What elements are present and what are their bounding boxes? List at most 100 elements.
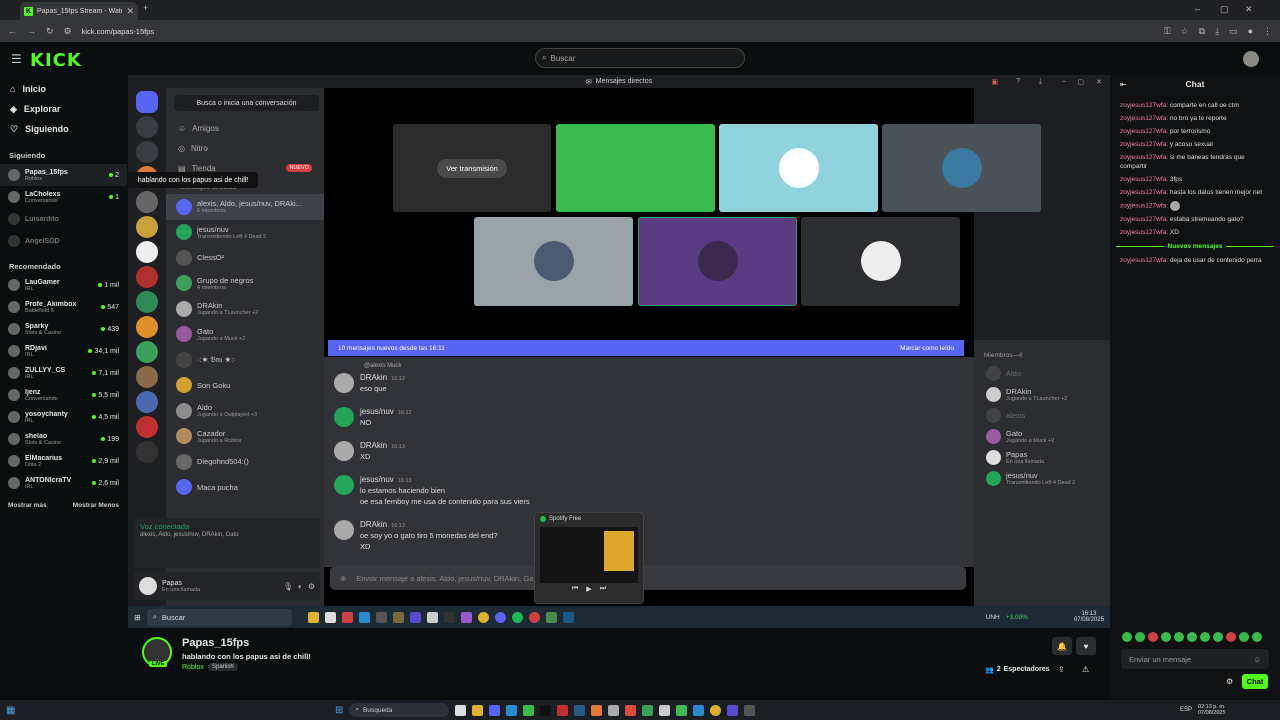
new-tab-icon[interactable]: +: [143, 3, 148, 13]
follow-button[interactable]: ♥: [1076, 637, 1096, 655]
extensions-icon[interactable]: ⧉: [1199, 26, 1205, 37]
app-icon[interactable]: [693, 704, 705, 716]
app-icon[interactable]: [608, 704, 620, 716]
app-icon[interactable]: [540, 704, 552, 716]
emoji-icon[interactable]: ☺: [1253, 655, 1261, 664]
kick-logo[interactable]: KICK: [30, 50, 82, 71]
discord-icon[interactable]: [489, 704, 501, 716]
key-icon[interactable]: ⚿: [1164, 26, 1171, 37]
chat-username[interactable]: zoyjesus127wfa:: [1120, 229, 1168, 236]
user-avatar[interactable]: [1243, 51, 1259, 67]
app-icon[interactable]: [591, 704, 603, 716]
split-icon[interactable]: ▭: [1229, 26, 1238, 37]
app-icon[interactable]: [523, 704, 535, 716]
chat-settings-icon[interactable]: ⚙: [1226, 677, 1233, 686]
app-icon[interactable]: [455, 704, 467, 716]
recommended-channel[interactable]: ElMacarius Dota 2 2,9 mil: [0, 450, 127, 472]
report-icon[interactable]: ⚠: [1082, 665, 1089, 674]
chat-text: XD: [1169, 229, 1179, 236]
chat-username[interactable]: zoyjesus127wfa:: [1120, 216, 1168, 223]
recommended-channel[interactable]: Profe_Akimbox Battlefield 6 547: [0, 296, 127, 318]
chat-username[interactable]: zoyjesus127wfa:: [1120, 128, 1168, 135]
language-tag[interactable]: Spanish: [208, 663, 238, 671]
site-info-icon[interactable]: ⚙: [64, 26, 72, 37]
recommended-channel[interactable]: RDjavi IRL 34,1 mil: [0, 340, 127, 362]
emote-icon[interactable]: [1239, 632, 1249, 642]
chat-username[interactable]: zoyjesus127wfa:: [1120, 257, 1168, 264]
app-icon[interactable]: [625, 704, 637, 716]
recommended-channel[interactable]: shelao Slots & Casino 199: [0, 428, 127, 450]
following-channel[interactable]: Luisardito: [0, 208, 127, 230]
app-icon[interactable]: [727, 704, 739, 716]
profile-icon[interactable]: ●: [1248, 26, 1253, 36]
emote-icon[interactable]: [1187, 632, 1197, 642]
following-channel[interactable]: LaCholexs Conversando 1: [0, 186, 127, 208]
tab-close-icon[interactable]: ✕: [126, 6, 134, 17]
recommended-channel[interactable]: ANTONIcraTV IRL 2,6 mil: [0, 472, 127, 494]
recommended-channel[interactable]: ZULLYY_CS IRL 7,1 mil: [0, 362, 127, 384]
folder-icon[interactable]: [472, 704, 484, 716]
keyboard-language[interactable]: ESP: [1180, 707, 1192, 713]
notification-bell-button[interactable]: 🔔: [1052, 637, 1072, 655]
app-icon[interactable]: [506, 704, 518, 716]
emote-icon[interactable]: [1148, 632, 1158, 642]
close-window-icon[interactable]: ✕: [1245, 4, 1253, 15]
nav-explorar[interactable]: ◈ Explorar: [0, 99, 127, 119]
stream-category[interactable]: Roblox: [182, 664, 204, 671]
chat-username[interactable]: zoyjesus127wfa:: [1120, 189, 1168, 196]
app-icon[interactable]: [574, 704, 586, 716]
channel-name[interactable]: Papas_15fps: [182, 637, 249, 649]
emote-icon[interactable]: [1174, 632, 1184, 642]
forward-icon[interactable]: →: [27, 26, 36, 36]
chat-username[interactable]: zoyjesus127wfa:: [1120, 102, 1168, 109]
os-search[interactable]: ⌕ Busqueda: [349, 703, 450, 717]
show-less-link[interactable]: Mostrar Menos: [73, 502, 119, 509]
browser-tab[interactable]: K Papas_15fps Stream - Watch Li ✕: [20, 2, 138, 20]
send-chat-button[interactable]: Chat: [1242, 674, 1268, 689]
hamburger-menu-icon[interactable]: ☰: [11, 52, 22, 66]
recommended-channel[interactable]: yosoychanty IRL 4,5 mil: [0, 406, 127, 428]
app-icon[interactable]: [557, 704, 569, 716]
nav-siguiendo[interactable]: ♡ Siguiendo: [0, 119, 127, 139]
collapse-chat-icon[interactable]: ⇤: [1120, 80, 1127, 89]
url-field[interactable]: kick.com/papas-15fps: [82, 27, 155, 36]
avatar: [176, 428, 192, 445]
recommended-channel[interactable]: ljenz Conversando 5,5 mil: [0, 384, 127, 406]
recommended-channel[interactable]: LauGamer IRL 1 mil: [0, 274, 127, 296]
chat-username[interactable]: zoyjesus127wfa:: [1120, 115, 1168, 122]
chat-username[interactable]: zoyjesus127wfa:: [1120, 203, 1168, 210]
windows-widget-icon[interactable]: ▦: [6, 705, 15, 716]
app-icon[interactable]: [676, 704, 688, 716]
emote-icon[interactable]: [1122, 632, 1132, 642]
back-icon[interactable]: ←: [8, 26, 17, 36]
reload-icon[interactable]: ↻: [46, 26, 54, 37]
search-input[interactable]: ⌕ Buscar: [535, 48, 745, 68]
following-channel[interactable]: Papas_15fps Roblox 2: [0, 164, 127, 186]
nav-inicio[interactable]: ⌂ Inicio: [0, 79, 127, 99]
emote-icon[interactable]: [1135, 632, 1145, 642]
emote-icon[interactable]: [1200, 632, 1210, 642]
recommended-channel[interactable]: Sparky Slots & Casino 439: [0, 318, 127, 340]
app-icon[interactable]: [659, 704, 671, 716]
minecraft-icon[interactable]: [642, 704, 654, 716]
bookmark-star-icon[interactable]: ☆: [1181, 26, 1189, 37]
emote-icon[interactable]: [1226, 632, 1236, 642]
emote-icon[interactable]: [1252, 632, 1262, 642]
chat-username[interactable]: zoyjesus127wfa:: [1120, 141, 1168, 148]
maximize-icon[interactable]: ▢: [1220, 4, 1229, 15]
app-icon[interactable]: [744, 704, 756, 716]
show-more-link[interactable]: Mostrar más: [8, 502, 47, 509]
emote-icon[interactable]: [1213, 632, 1223, 642]
chat-username[interactable]: zoyjesus127wfa:: [1120, 176, 1168, 183]
chrome-icon[interactable]: [710, 704, 722, 716]
download-icon[interactable]: ⤓: [1215, 26, 1219, 37]
menu-dots-icon[interactable]: ⋮: [1263, 26, 1272, 37]
windows-start-icon[interactable]: ⊞: [335, 705, 343, 716]
minimize-icon[interactable]: –: [1195, 4, 1200, 14]
chat-input[interactable]: Enviar un mensaje ☺: [1121, 649, 1269, 669]
chat-username[interactable]: zoyjesus127wfa:: [1120, 154, 1168, 161]
following-channel[interactable]: AngelSOD: [0, 230, 127, 252]
os-clock[interactable]: 02:13 p. m. 07/08/2025: [1198, 704, 1226, 716]
share-icon[interactable]: ⇪: [1058, 665, 1065, 674]
emote-icon[interactable]: [1161, 632, 1171, 642]
